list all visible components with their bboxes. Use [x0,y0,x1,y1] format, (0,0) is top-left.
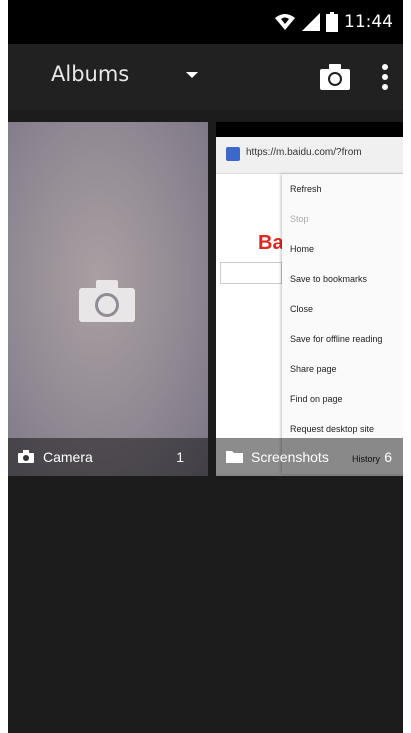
thumbnail-menu: Refresh Stop Home Save to bookmarks Clos… [282,174,403,474]
thumbnail-menu-item: Home [290,244,315,254]
album-name-screenshots: Screenshots [251,449,329,465]
status-time: 11:44 [344,12,393,32]
thumbnail-url-bar: https://m.baidu.com/?from ⋮ [216,137,403,174]
album-label-camera: Camera 1 [8,438,208,476]
album-name-camera: Camera [43,449,93,465]
thumbnail-menu-item: Find on page [290,394,343,404]
folder-icon [226,451,243,463]
album-tile-camera[interactable]: Camera 1 [8,122,208,476]
thumbnail-search-box [220,262,282,284]
app-bar: Albums [8,44,403,110]
camera-placeholder-icon [79,280,135,322]
album-count-camera: 1 [176,449,184,465]
thumbnail-page: Ba [216,174,284,474]
thumbnail-menu-icon: ⋮ [398,145,403,159]
dropdown-arrow-icon[interactable] [186,72,198,78]
album-tile-screenshots[interactable]: https://m.baidu.com/?from ⋮ Ba Refresh S… [216,122,403,476]
albums-title[interactable]: Albums [51,62,129,86]
thumbnail-menu-item: Save to bookmarks [290,274,368,284]
more-options-icon[interactable] [380,63,390,91]
album-label-screenshots: Screenshots 6 [216,438,403,476]
thumbnail-menu-item: Save for offline reading [290,334,383,344]
battery-icon [326,12,338,32]
signal-icon [302,13,320,31]
thumbnail-logo-text: Ba [258,232,284,254]
thumbnail-menu-item: Stop [290,214,309,224]
gallery-screen: 11:44 Albums Camera 1 https://m.baidu.co… [8,0,403,733]
status-bar: 11:44 [8,0,403,44]
thumbnail-url-text: https://m.baidu.com/?from [246,147,362,158]
thumbnail-menu-item: Share page [290,364,337,374]
thumbnail-menu-item: Refresh [290,184,322,194]
album-count-screenshots: 6 [384,449,392,465]
thumbnail-site-icon [226,147,240,161]
camera-icon[interactable] [320,64,350,90]
camera-small-icon [18,450,34,463]
status-icons: 11:44 [274,10,393,34]
wifi-icon [275,14,295,30]
thumbnail-menu-item: Request desktop site [290,424,375,434]
thumbnail-status-bar [216,122,403,137]
thumbnail-menu-item: Close [290,304,314,314]
